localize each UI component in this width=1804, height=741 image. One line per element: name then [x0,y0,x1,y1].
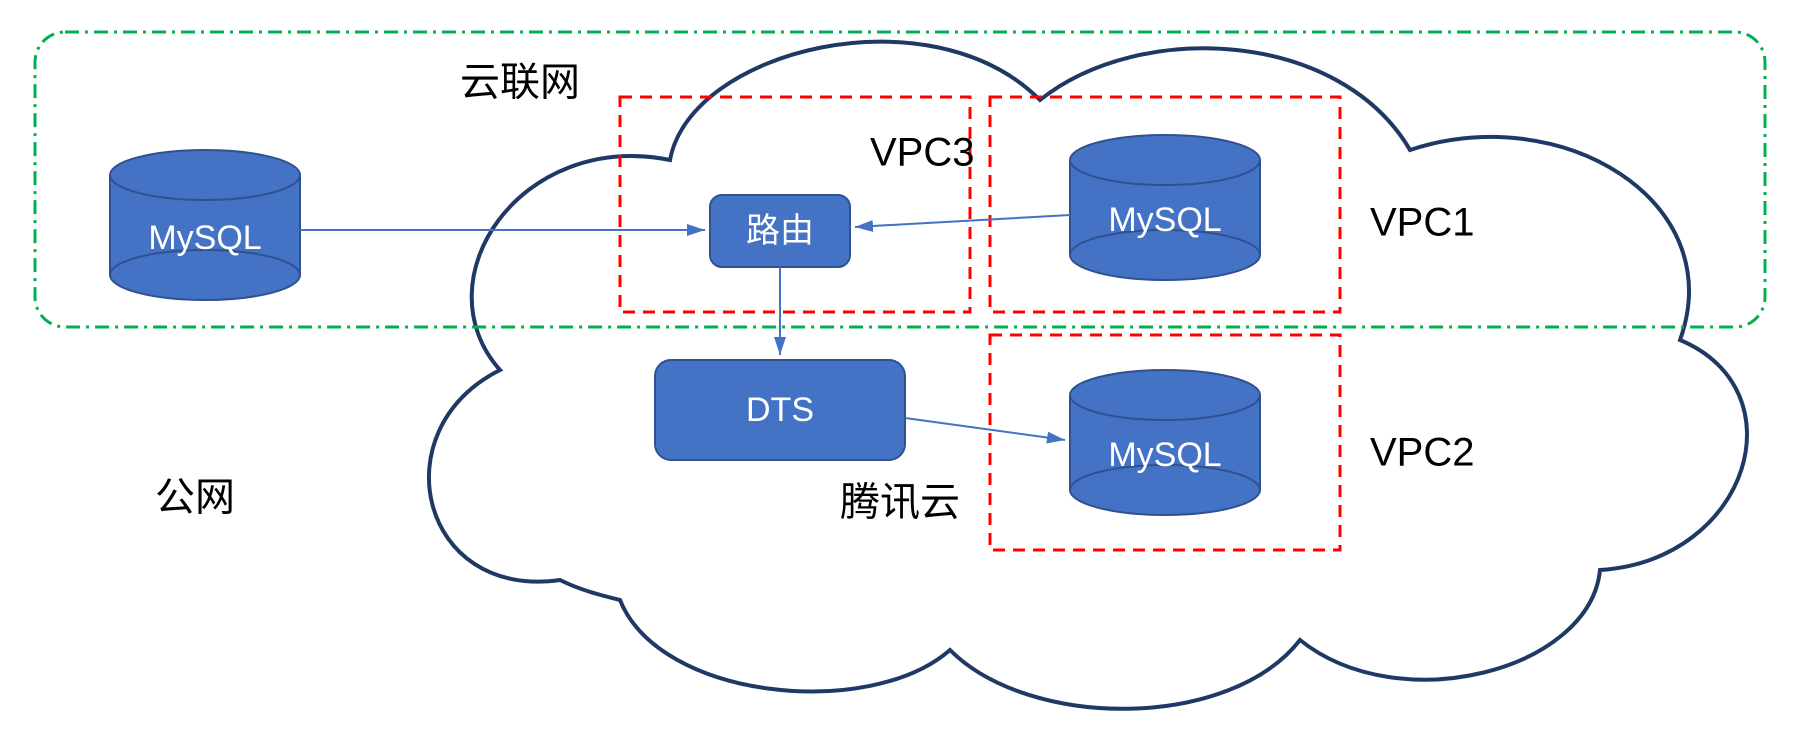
mysql-right-top-db-icon: MySQL [1070,135,1260,280]
ccn-label: 云联网 [460,61,580,105]
vpc3-label: VPC3 [870,131,975,175]
public-network-label: 公网 [155,476,235,520]
mysql-right-top-label: MySQL [1108,201,1221,239]
vpc1-label: VPC1 [1370,201,1475,245]
arrow-dts-to-mysql-bottom [905,418,1065,440]
mysql-left-db-icon: MySQL [110,150,300,300]
tencent-cloud-label: 腾讯云 [840,481,960,525]
dts-node: DTS [655,360,905,460]
arrow-mysql-top-to-router [855,215,1070,227]
mysql-right-bottom-db-icon: MySQL [1070,370,1260,515]
mysql-right-bottom-label: MySQL [1108,436,1221,474]
router-node: 路由 [710,195,850,267]
router-label: 路由 [746,212,814,250]
tencent-cloud-cloud-icon [429,42,1747,709]
dts-label: DTS [746,391,814,429]
vpc2-label: VPC2 [1370,431,1475,475]
mysql-left-label: MySQL [148,219,261,257]
